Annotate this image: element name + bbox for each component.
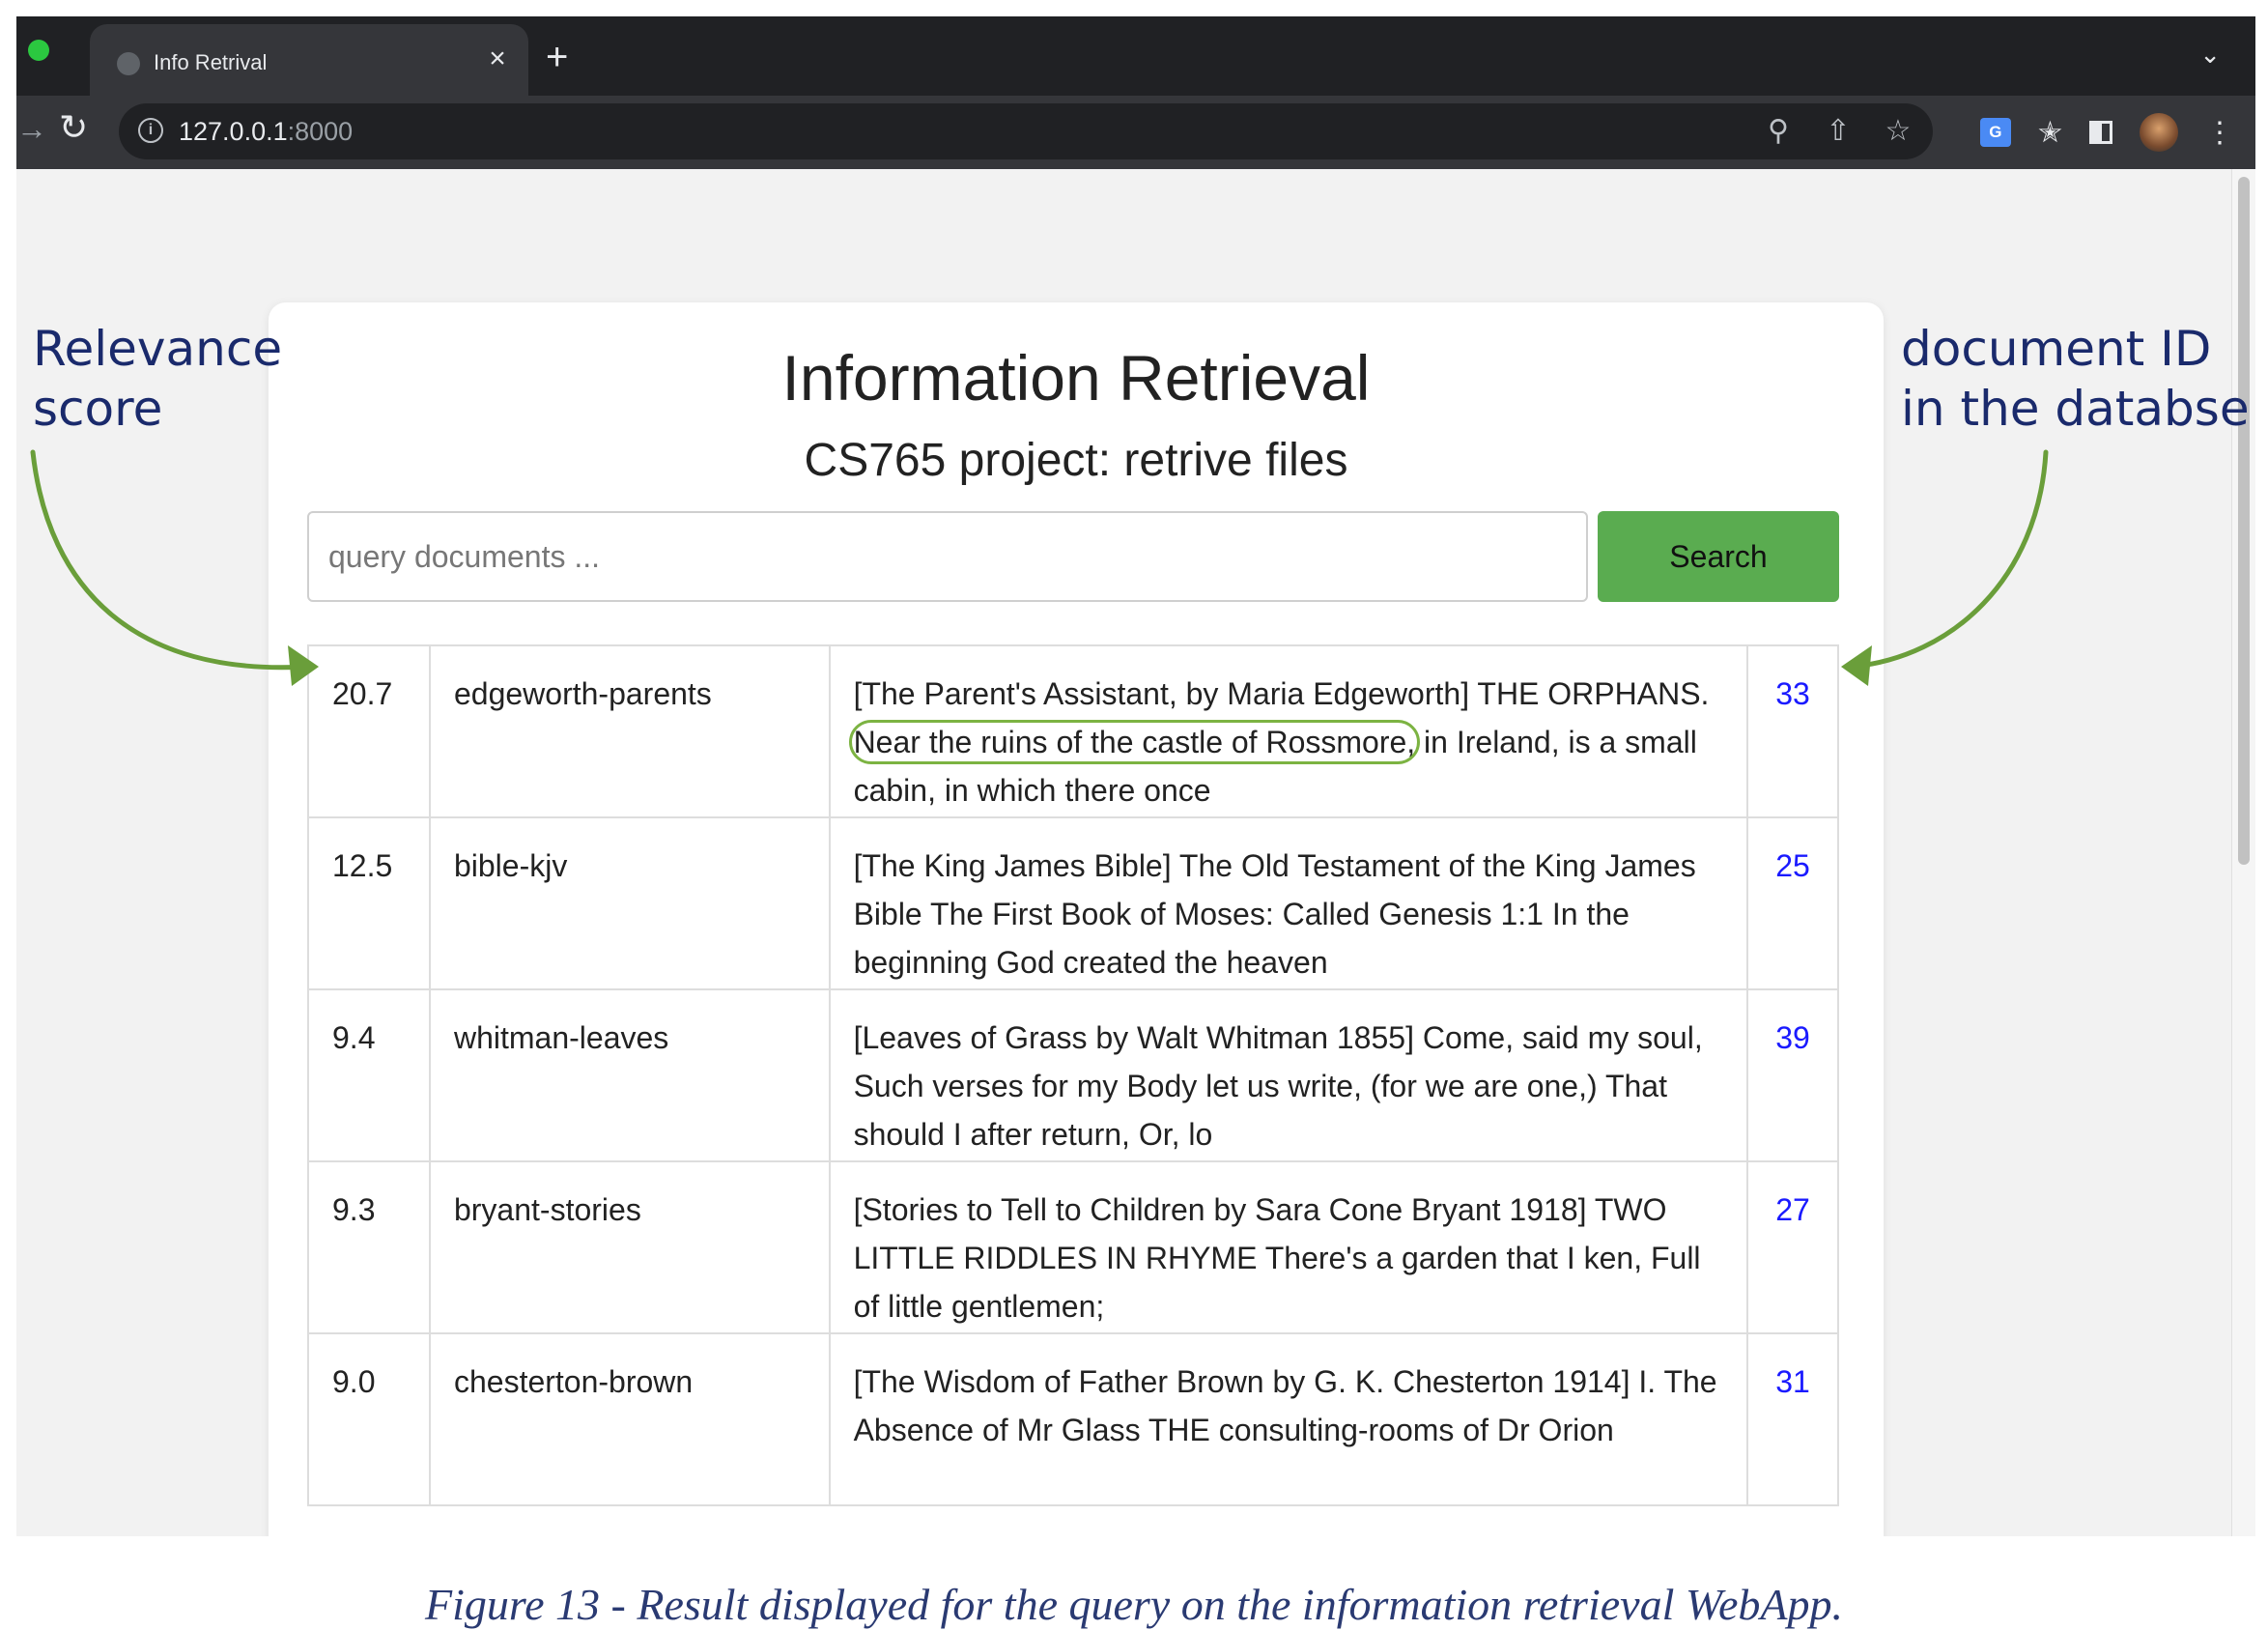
snippet-text: [The King James Bible] The Old Testament… xyxy=(853,848,1696,980)
zoom-icon[interactable]: ⚲ xyxy=(1763,113,1794,150)
avatar[interactable] xyxy=(2140,113,2178,152)
extensions-area: G ✭ ⋮ xyxy=(1979,113,2234,152)
document-id-cell: 31 xyxy=(1746,1332,1839,1506)
result-row: 20.7 edgeworth-parents [The Parent's Assis… xyxy=(307,644,1839,818)
relevance-score: 9.0 xyxy=(307,1332,431,1506)
forward-arrow-icon[interactable]: → xyxy=(16,111,47,147)
tab-title: Info Retrival xyxy=(154,50,268,74)
document-id-link[interactable]: 39 xyxy=(1775,1020,1810,1055)
annotation-text: document ID xyxy=(1901,321,2212,377)
url-port: :8000 xyxy=(287,117,354,146)
annotation-text: Relevance xyxy=(33,321,283,377)
document-id-cell: 25 xyxy=(1746,816,1839,990)
puzzle-icon[interactable]: ✭ xyxy=(2038,116,2062,150)
browser-toolbar: → ↻ i 127.0.0.1:8000 ⚲ ⇧ ☆ G ✭ ⋮ xyxy=(16,96,2255,169)
chevron-down-icon[interactable]: ⌄ xyxy=(2199,40,2221,70)
document-snippet: [The King James Bible] The Old Testament… xyxy=(828,816,1749,990)
document-name: bryant-stories xyxy=(428,1160,831,1334)
document-snippet: [Leaves of Grass by Walt Whitman 1855] C… xyxy=(828,988,1749,1162)
result-row: 9.4 whitman-leaves [Leaves of Grass by Wal… xyxy=(307,988,1839,1162)
address-bar[interactable]: i 127.0.0.1:8000 ⚲ ⇧ ☆ xyxy=(119,103,1933,159)
close-icon[interactable]: × xyxy=(480,42,515,76)
url-host: 127.0.0.1 xyxy=(179,117,288,146)
snippet-text: [Leaves of Grass by Walt Whitman 1855] C… xyxy=(853,1020,1703,1152)
address-bar-actions: ⚲ ⇧ ☆ xyxy=(1763,113,1914,150)
document-name: edgeworth-parents xyxy=(428,644,831,818)
result-row: 9.0 chesterton-brown [The Wisdom of Father… xyxy=(307,1332,1839,1506)
browser-window: Info Retrival × + ⌄ → ↻ i 127.0.0.1:8000… xyxy=(16,16,2255,1536)
document-id-link[interactable]: 27 xyxy=(1775,1192,1810,1227)
translate-icon[interactable]: G xyxy=(1979,118,2011,147)
result-row: 12.5 bible-kjv [The King James Bible] The … xyxy=(307,816,1839,990)
tab-bar: Info Retrival × + ⌄ xyxy=(16,16,2255,96)
new-tab-button[interactable]: + xyxy=(546,38,568,76)
document-id-annotation: document ID in the databse xyxy=(1901,319,2250,439)
document-name: chesterton-brown xyxy=(428,1332,831,1506)
snippet-text: [The Parent's Assistant, by Maria Edgewo… xyxy=(853,676,1710,711)
document-snippet: [The Parent's Assistant, by Maria Edgewo… xyxy=(828,644,1749,818)
share-icon[interactable]: ⇧ xyxy=(1823,113,1854,150)
tab-info-retrival[interactable]: Info Retrival × xyxy=(90,24,528,96)
document-name: bible-kjv xyxy=(428,816,831,990)
search-card: Information Retrieval CS765 project: ret… xyxy=(269,302,1884,1536)
relevance-score-annotation: Relevance score xyxy=(33,319,282,439)
result-row: 9.3 bryant-stories [Stories to Tell to Chi… xyxy=(307,1160,1839,1334)
highlighted-snippet: Near the ruins of the castle of Rossmore… xyxy=(848,720,1421,764)
search-input[interactable] xyxy=(307,511,1588,602)
page-title: Information Retrieval xyxy=(781,342,1371,414)
page-subtitle: CS765 project: retrive files xyxy=(804,435,1348,486)
snippet-text: [Stories to Tell to Children by Sara Con… xyxy=(853,1192,1701,1324)
document-id-cell: 39 xyxy=(1746,988,1839,1162)
relevance-score: 20.7 xyxy=(307,644,431,818)
document-id-link[interactable]: 25 xyxy=(1775,848,1810,883)
window-maximize-button[interactable] xyxy=(28,40,49,61)
more-vertical-icon[interactable]: ⋮ xyxy=(2205,116,2234,150)
info-icon[interactable]: i xyxy=(138,118,163,143)
document-id-cell: 33 xyxy=(1746,644,1839,818)
figure-caption: Figure 13 - Result displayed for the que… xyxy=(425,1580,1843,1629)
annotation-text: score xyxy=(33,381,163,437)
document-snippet: [The Wisdom of Father Brown by G. K. Che… xyxy=(828,1332,1749,1506)
globe-icon xyxy=(117,52,140,75)
annotation-text: in the databse xyxy=(1901,381,2250,437)
relevance-score: 12.5 xyxy=(307,816,431,990)
reload-icon[interactable]: ↻ xyxy=(59,107,88,148)
scrollbar-thumb[interactable] xyxy=(2238,177,2250,865)
document-snippet: [Stories to Tell to Children by Sara Con… xyxy=(828,1160,1749,1334)
side-panel-icon[interactable] xyxy=(2089,121,2112,144)
relevance-score: 9.3 xyxy=(307,1160,431,1334)
document-id-cell: 27 xyxy=(1746,1160,1839,1334)
search-button[interactable]: Search xyxy=(1598,511,1839,602)
results-table: 20.7 edgeworth-parents [The Parent's Assis… xyxy=(307,644,1839,1506)
relevance-score: 9.4 xyxy=(307,988,431,1162)
document-id-link[interactable]: 31 xyxy=(1775,1364,1810,1399)
url-text[interactable]: 127.0.0.1:8000 xyxy=(179,117,353,147)
star-icon[interactable]: ☆ xyxy=(1883,113,1914,150)
snippet-text: [The Wisdom of Father Brown by G. K. Che… xyxy=(853,1364,1717,1447)
document-id-link[interactable]: 33 xyxy=(1775,676,1810,711)
document-name: whitman-leaves xyxy=(428,988,831,1162)
